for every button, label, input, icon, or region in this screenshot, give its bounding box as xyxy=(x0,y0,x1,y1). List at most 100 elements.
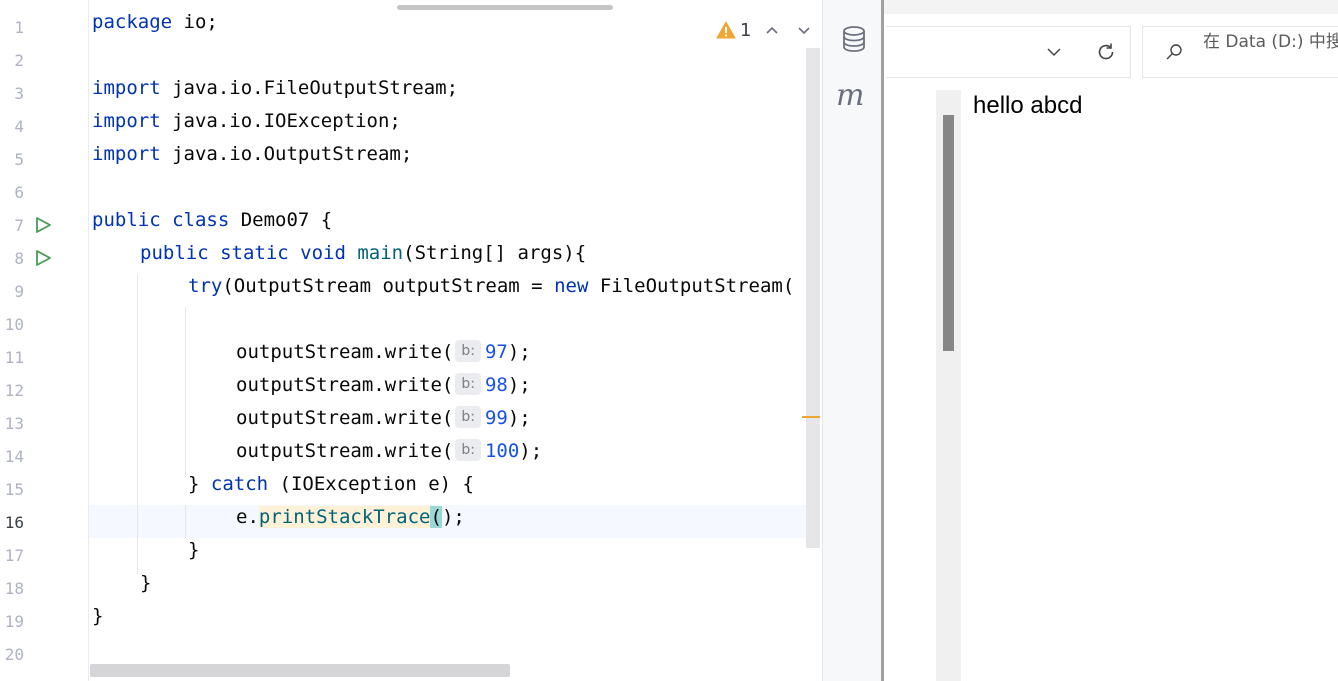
code-line[interactable]: package io; xyxy=(92,11,218,44)
line-number: 8 xyxy=(14,249,24,268)
parameter-hint: b: xyxy=(455,405,481,428)
code-text: ); xyxy=(507,341,531,363)
line-number: 10 xyxy=(4,315,24,334)
window-top-strip xyxy=(884,0,1338,14)
code-text: } xyxy=(92,605,104,627)
code-text: ); xyxy=(507,407,531,429)
code-line[interactable]: } catch (IOException e) { xyxy=(188,473,474,506)
address-bar[interactable] xyxy=(886,26,1131,78)
code-line[interactable]: outputStream.write(b: 99); xyxy=(236,405,531,440)
code-line[interactable]: public static void main(String[] args){ xyxy=(140,242,586,275)
code-line[interactable]: try(OutputStream outputStream = new File… xyxy=(188,275,794,308)
line-number: 14 xyxy=(4,447,24,466)
maven-icon[interactable]: m xyxy=(836,78,864,113)
code-line[interactable]: import java.io.IOException; xyxy=(92,110,401,143)
run-main-icon[interactable] xyxy=(34,249,52,267)
code-text: java.io.IOException; xyxy=(160,110,401,132)
line-number: 13 xyxy=(4,414,24,433)
chevron-down-icon[interactable] xyxy=(796,22,812,38)
code-text: Demo07 { xyxy=(229,209,333,231)
warning-count: 1 xyxy=(740,19,752,41)
method-call-highlight: printStackTrace xyxy=(258,506,431,528)
code-line[interactable]: } xyxy=(188,539,199,572)
indent-guide xyxy=(137,274,138,574)
code-text: ) xyxy=(441,506,454,528)
line-number: 7 xyxy=(14,216,24,235)
keyword: public static void xyxy=(140,242,346,264)
line-number: 19 xyxy=(4,612,24,631)
warning-stripe-marker[interactable] xyxy=(802,416,820,418)
parameter-hint: b: xyxy=(455,372,481,395)
code-line[interactable]: } xyxy=(92,605,103,638)
indent-guide xyxy=(185,505,186,538)
horizontal-scrollbar[interactable] xyxy=(90,664,510,677)
code-text: } xyxy=(188,473,211,495)
number-literal: 99 xyxy=(484,407,508,429)
code-text: outputStream.write( xyxy=(236,341,454,363)
method-name: main xyxy=(357,242,404,264)
code-text: ); xyxy=(507,374,531,396)
line-number: 2 xyxy=(14,51,24,70)
keyword: import xyxy=(92,77,161,99)
indent-guide xyxy=(185,307,186,475)
code-line[interactable]: outputStream.write(b: 97); xyxy=(236,339,531,374)
refresh-icon[interactable] xyxy=(1095,41,1117,63)
line-number: 12 xyxy=(4,381,24,400)
number-literal: 98 xyxy=(484,374,508,396)
code-text: FileOutputStream( xyxy=(588,275,795,297)
warning-icon xyxy=(716,21,736,39)
chevron-up-icon[interactable] xyxy=(764,22,780,38)
line-number: 4 xyxy=(14,117,24,136)
code-text: java.io.OutputStream; xyxy=(160,143,413,165)
code-editor[interactable]: 1 2 3 4 5 6 7 8 9 10 11 12 13 14 15 16 1… xyxy=(0,0,822,681)
gutter-divider xyxy=(88,0,89,681)
code-line[interactable]: outputStream.write(b: 100); xyxy=(236,438,543,473)
chevron-down-icon[interactable] xyxy=(1046,44,1062,60)
parameter-hint: b: xyxy=(455,438,481,461)
vertical-scrollbar[interactable] xyxy=(806,48,820,548)
code-line[interactable]: outputStream.write(b: 98); xyxy=(236,372,531,407)
code-line[interactable]: public class Demo07 { xyxy=(92,209,332,242)
horizontal-tab-scrollbar[interactable] xyxy=(397,5,613,10)
line-number: 3 xyxy=(14,84,24,103)
code-text: outputStream.write( xyxy=(236,440,454,462)
search-box[interactable]: 在 Data (D:) 中搜 xyxy=(1142,26,1338,78)
code-line[interactable]: } xyxy=(140,572,151,605)
code-text: ; xyxy=(453,506,465,528)
database-icon[interactable] xyxy=(839,24,869,54)
code-text: io; xyxy=(172,11,218,33)
code-line[interactable]: import java.io.OutputStream; xyxy=(92,143,412,176)
brace-match-highlight: ( xyxy=(430,506,442,528)
number-literal: 100 xyxy=(484,440,520,462)
code-text: ); xyxy=(519,440,543,462)
code-text: outputStream.write( xyxy=(236,407,454,429)
line-number: 6 xyxy=(14,183,24,202)
code-text: } xyxy=(188,539,200,561)
notepad-content[interactable]: hello abcd xyxy=(973,92,1082,120)
line-number: 11 xyxy=(4,348,24,367)
code-text: (String[] args){ xyxy=(403,242,587,264)
line-number: 15 xyxy=(4,480,24,499)
code-line[interactable]: import java.io.FileOutputStream; xyxy=(92,77,458,110)
number-literal: 97 xyxy=(484,341,508,363)
code-line-current[interactable]: e.printStackTrace(); xyxy=(236,506,465,539)
notepad-scrollbar-thumb[interactable] xyxy=(943,115,954,351)
keyword: import xyxy=(92,143,161,165)
line-number: 1 xyxy=(14,18,24,37)
line-number-current: 16 xyxy=(4,513,24,532)
code-text: (OutputStream outputStream = xyxy=(222,275,555,297)
inspection-widget[interactable]: 1 xyxy=(716,18,751,42)
code-text: (IOException e) { xyxy=(268,473,474,495)
keyword: catch xyxy=(210,473,269,495)
line-number: 9 xyxy=(14,282,24,301)
code-text: } xyxy=(140,572,152,594)
line-number: 17 xyxy=(4,546,24,565)
keyword: import xyxy=(92,110,161,132)
search-icon xyxy=(1166,44,1182,60)
run-class-icon[interactable] xyxy=(34,216,52,234)
line-number: 20 xyxy=(4,645,24,664)
code-text: outputStream.write( xyxy=(236,374,454,396)
keyword: new xyxy=(554,275,589,297)
line-number: 5 xyxy=(14,150,24,169)
code-text: java.io.FileOutputStream; xyxy=(160,77,459,99)
